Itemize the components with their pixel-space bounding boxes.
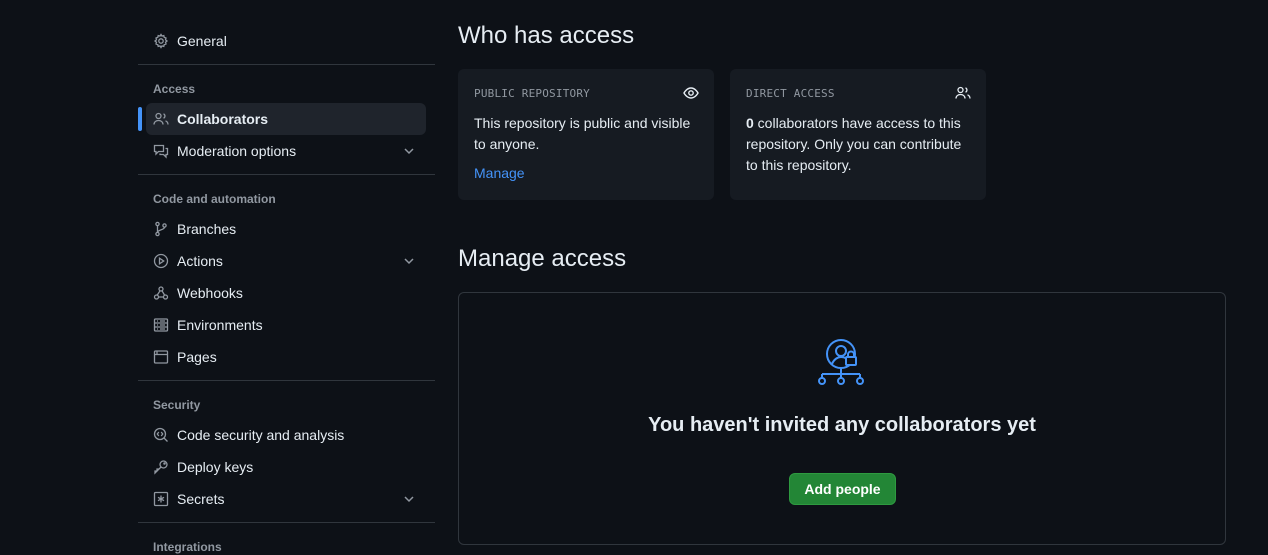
git-branch-icon bbox=[153, 221, 169, 237]
collaborator-lock-icon bbox=[816, 337, 870, 389]
sidebar-item-branches[interactable]: Branches bbox=[146, 213, 426, 245]
sidebar-item-label: Code security and analysis bbox=[177, 427, 345, 443]
sidebar-item-code-security[interactable]: Code security and analysis bbox=[146, 419, 426, 451]
chevron-down-icon[interactable] bbox=[401, 491, 417, 507]
sidebar-item-label: Moderation options bbox=[177, 143, 297, 159]
sidebar-item-collaborators[interactable]: Collaborators bbox=[138, 103, 426, 135]
card-text: This repository is public and visible to… bbox=[474, 115, 691, 152]
card-text: 0 collaborators have access to this repo… bbox=[746, 113, 970, 176]
collaborators-empty-state: You haven't invited any collaborators ye… bbox=[458, 292, 1226, 545]
sidebar-divider bbox=[138, 522, 435, 523]
sidebar-item-deploy-keys[interactable]: Deploy keys bbox=[146, 451, 426, 483]
card-label: PUBLIC REPOSITORY bbox=[474, 87, 590, 100]
asterisk-icon bbox=[153, 491, 169, 507]
empty-state-title: You haven't invited any collaborators ye… bbox=[648, 414, 1036, 436]
sidebar-group-access: Access bbox=[153, 82, 196, 96]
sidebar-item-label: Branches bbox=[177, 221, 237, 237]
play-icon bbox=[153, 253, 169, 269]
sidebar-item-webhooks[interactable]: Webhooks bbox=[146, 277, 426, 309]
eye-icon bbox=[683, 85, 699, 101]
public-repository-card: PUBLIC REPOSITORY This repository is pub… bbox=[458, 69, 714, 200]
chevron-down-icon[interactable] bbox=[401, 143, 417, 159]
sidebar-item-label: Webhooks bbox=[177, 285, 243, 301]
sidebar-item-environments[interactable]: Environments bbox=[146, 309, 426, 341]
sidebar-item-label: Deploy keys bbox=[177, 459, 254, 475]
add-people-button[interactable]: Add people bbox=[789, 473, 896, 505]
sidebar-group-security: Security bbox=[153, 398, 201, 412]
direct-access-text: collaborators have access to this reposi… bbox=[746, 115, 962, 173]
card-label: DIRECT ACCESS bbox=[746, 87, 835, 100]
key-icon bbox=[153, 459, 169, 475]
server-icon bbox=[153, 317, 169, 333]
sidebar-item-moderation[interactable]: Moderation options bbox=[146, 135, 426, 167]
sidebar-item-actions[interactable]: Actions bbox=[146, 245, 426, 277]
people-icon bbox=[955, 85, 971, 101]
sidebar-item-label: Pages bbox=[177, 349, 217, 365]
sidebar-divider bbox=[138, 174, 435, 175]
gear-icon bbox=[153, 33, 169, 49]
sidebar-divider bbox=[138, 64, 435, 65]
active-indicator bbox=[138, 107, 142, 131]
sidebar-item-label: General bbox=[177, 33, 227, 49]
sidebar-item-secrets[interactable]: Secrets bbox=[146, 483, 426, 515]
who-has-access-heading: Who has access bbox=[458, 22, 635, 49]
sidebar-item-general[interactable]: General bbox=[146, 25, 426, 57]
sidebar-group-code-automation: Code and automation bbox=[153, 192, 276, 206]
codescan-icon bbox=[153, 427, 169, 443]
sidebar-item-label: Environments bbox=[177, 317, 263, 333]
settings-page: General Access Collaborators Moderation … bbox=[0, 0, 1268, 555]
manage-access-heading: Manage access bbox=[458, 245, 627, 272]
collaborator-count: 0 bbox=[746, 115, 754, 131]
settings-sidebar: General Access Collaborators Moderation … bbox=[138, 0, 435, 555]
sidebar-item-label: Actions bbox=[177, 253, 223, 269]
manage-link[interactable]: Manage bbox=[474, 165, 525, 181]
sidebar-divider bbox=[138, 380, 435, 381]
sidebar-item-label: Collaborators bbox=[177, 111, 269, 127]
browser-icon bbox=[153, 349, 169, 365]
sidebar-group-integrations: Integrations bbox=[153, 540, 222, 554]
sidebar-item-pages[interactable]: Pages bbox=[146, 341, 426, 373]
sidebar-item-label: Secrets bbox=[177, 491, 225, 507]
direct-access-card: DIRECT ACCESS 0 collaborators have acces… bbox=[730, 69, 986, 200]
comment-discussion-icon bbox=[153, 143, 169, 159]
chevron-down-icon[interactable] bbox=[401, 253, 417, 269]
people-icon bbox=[153, 111, 169, 127]
webhook-icon bbox=[153, 285, 169, 301]
